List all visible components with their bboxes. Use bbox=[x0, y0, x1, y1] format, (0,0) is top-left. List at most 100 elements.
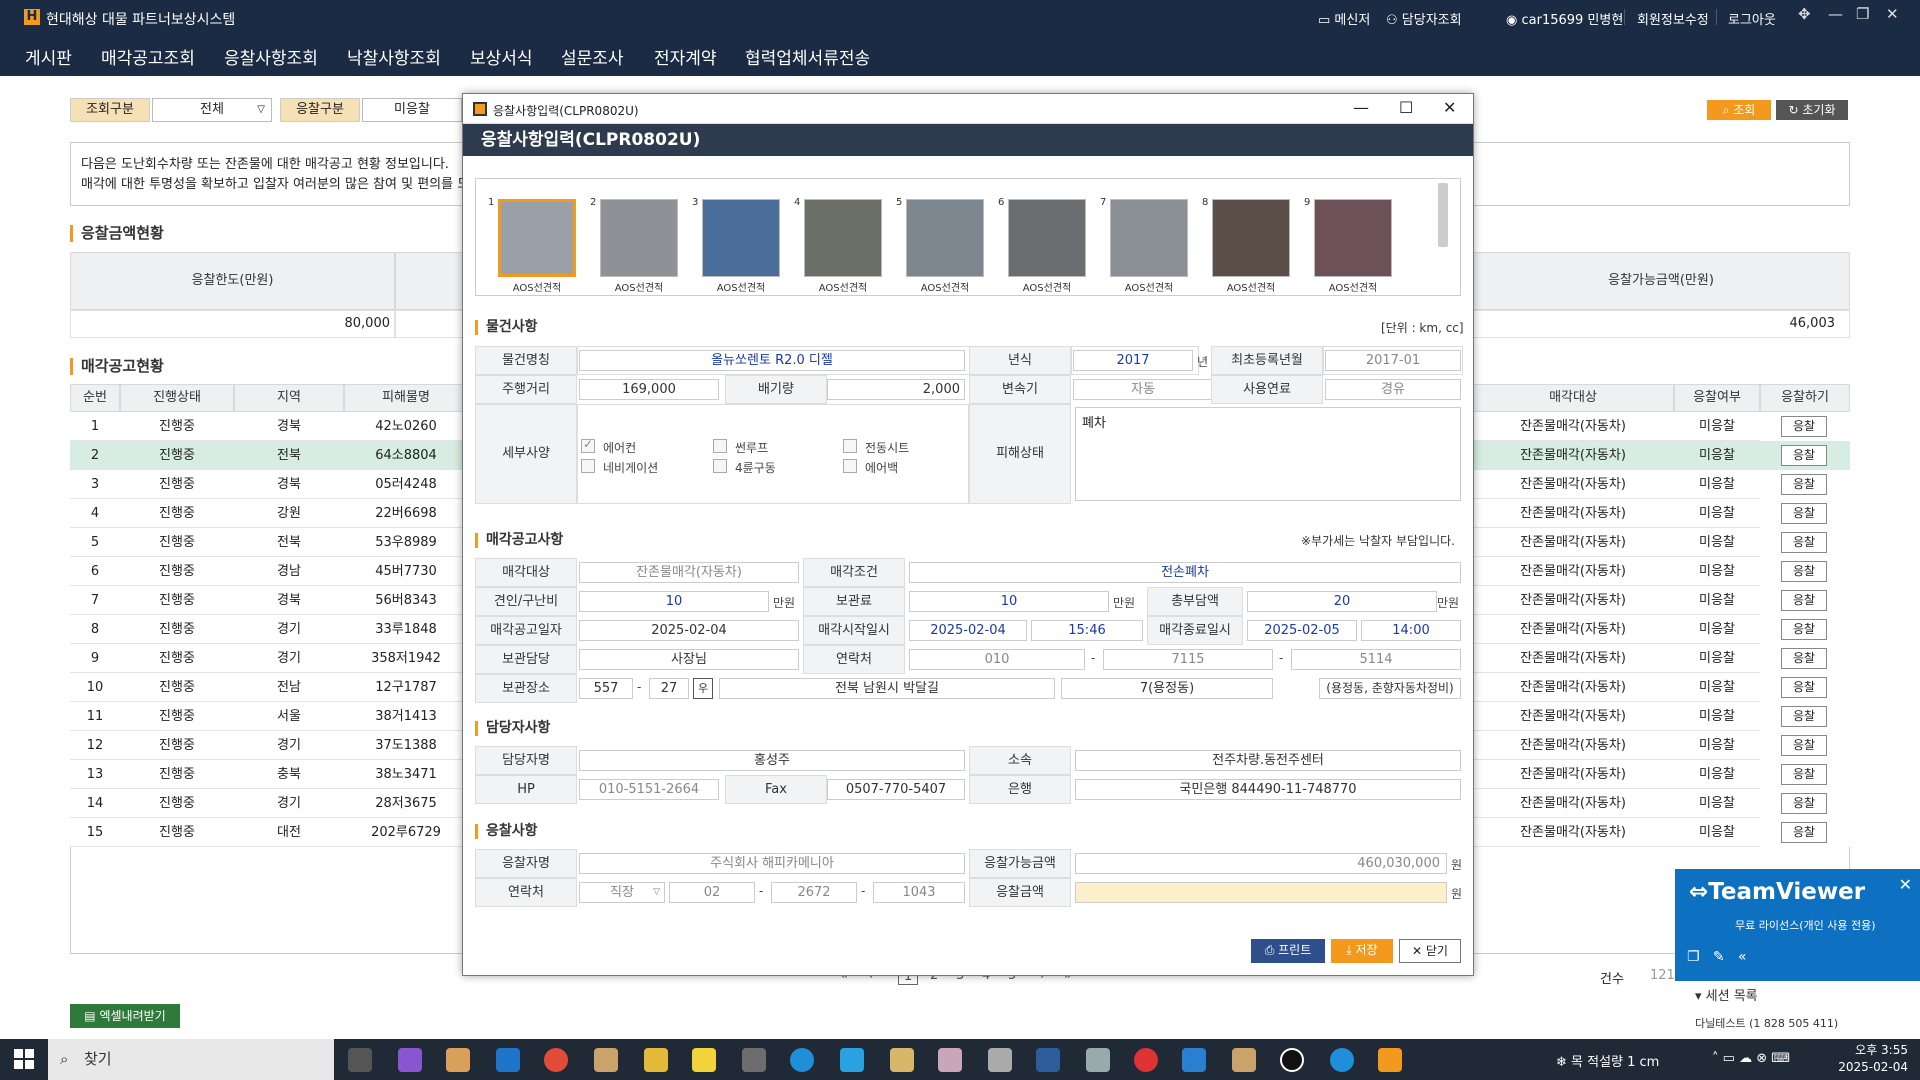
bidder-field[interactable]: 주식회사 해피카메니아 bbox=[579, 853, 965, 874]
damage-photo-thumbnail[interactable] bbox=[1212, 199, 1290, 277]
session-item[interactable]: 다닐테스트 (1 828 505 411) bbox=[1695, 1015, 1838, 1031]
scrollbar[interactable] bbox=[1438, 183, 1448, 247]
menu-survey[interactable]: 설문조사 bbox=[561, 44, 624, 69]
item-name-field[interactable]: 올뉴쏘렌토 R2.0 디젤 bbox=[579, 350, 965, 371]
edit-profile-link[interactable]: 회원정보수정 bbox=[1637, 9, 1709, 28]
edge-icon[interactable] bbox=[790, 1048, 814, 1072]
search-button[interactable]: ⌕ 조회 bbox=[1707, 100, 1771, 120]
bid-button[interactable]: 응찰 bbox=[1781, 532, 1827, 553]
damage-photo-thumbnail[interactable] bbox=[1008, 199, 1086, 277]
app-icon[interactable] bbox=[1232, 1048, 1256, 1072]
fuel-field[interactable]: 경유 bbox=[1325, 379, 1461, 400]
damage-photo-thumbnail[interactable] bbox=[1314, 199, 1392, 277]
damage-photo-thumbnail[interactable] bbox=[804, 199, 882, 277]
close-icon[interactable]: ✕ bbox=[1443, 98, 1456, 117]
logout-link[interactable]: 로그아웃 bbox=[1728, 9, 1776, 28]
sale-condition-field[interactable]: 전손폐차 bbox=[909, 562, 1461, 583]
sale-start-date-field[interactable]: 2025-02-04 bbox=[909, 620, 1027, 641]
bid-button[interactable]: 응찰 bbox=[1781, 793, 1827, 814]
first-reg-field[interactable]: 2017-01 bbox=[1325, 350, 1461, 371]
app-icon[interactable] bbox=[1378, 1048, 1402, 1072]
bank-field[interactable]: 국민은행 844490-11-748770 bbox=[1075, 779, 1461, 800]
dept-field[interactable]: 전주차량.동전주센터 bbox=[1075, 750, 1461, 771]
app-icon[interactable] bbox=[988, 1048, 1012, 1072]
damage-photo-thumbnail[interactable] bbox=[600, 199, 678, 277]
tow-fee-field[interactable]: 10 bbox=[579, 591, 769, 612]
menu-board[interactable]: 게시판 bbox=[25, 44, 72, 69]
manager-search-button[interactable]: ⚇ 담당자조회 bbox=[1386, 9, 1462, 28]
bid-button[interactable]: 응찰 bbox=[1781, 590, 1827, 611]
mileage-field[interactable]: 169,000 bbox=[579, 379, 719, 400]
4wd-checkbox[interactable] bbox=[713, 459, 727, 473]
bid-button[interactable]: 응찰 bbox=[1781, 706, 1827, 727]
save-button[interactable]: ⤓ 저장 bbox=[1331, 939, 1393, 963]
messenger-button[interactable]: ▭ 메신저 bbox=[1318, 9, 1370, 28]
print-button[interactable]: ⎙ 프린트 bbox=[1251, 939, 1325, 963]
maximize-icon[interactable]: ☐ bbox=[1399, 98, 1413, 117]
app-icon[interactable] bbox=[446, 1048, 470, 1072]
menu-award-inquiry[interactable]: 낙찰사항조회 bbox=[347, 44, 441, 69]
storage-fee-field[interactable]: 10 bbox=[909, 591, 1109, 612]
chrome-icon[interactable] bbox=[544, 1048, 568, 1072]
ie-icon[interactable] bbox=[496, 1048, 520, 1072]
menu-bid-inquiry[interactable]: 응찰사항조회 bbox=[224, 44, 318, 69]
app-icon[interactable] bbox=[1280, 1048, 1304, 1072]
taskbar-search[interactable]: ⌕ 찾기 bbox=[48, 1039, 334, 1080]
tools-icon[interactable]: ✎ bbox=[1713, 949, 1725, 965]
navigation-checkbox[interactable] bbox=[581, 459, 595, 473]
power-seat-checkbox[interactable] bbox=[843, 439, 857, 453]
weather-widget[interactable]: ❄ 목 적설량 1 cm bbox=[1556, 1051, 1659, 1070]
displacement-field[interactable]: 2,000 bbox=[827, 379, 965, 400]
zip-1-field[interactable]: 557 bbox=[579, 678, 633, 699]
bid-available-field[interactable]: 460,030,000 bbox=[1075, 853, 1447, 874]
search-type-select[interactable]: 전체 ▽ bbox=[152, 98, 272, 122]
bid-button[interactable]: 응찰 bbox=[1781, 474, 1827, 495]
sale-end-date-field[interactable]: 2025-02-05 bbox=[1247, 620, 1357, 641]
bid-button[interactable]: 응찰 bbox=[1781, 764, 1827, 785]
sale-end-time-field[interactable]: 14:00 bbox=[1361, 620, 1461, 641]
bid-button[interactable]: 응찰 bbox=[1781, 416, 1827, 437]
windows-start-icon[interactable] bbox=[14, 1049, 34, 1069]
phone-type-select[interactable]: 직장 ▽ bbox=[579, 882, 665, 903]
calculator-icon[interactable] bbox=[742, 1048, 766, 1072]
app-icon[interactable] bbox=[840, 1048, 864, 1072]
sticky-notes-icon[interactable] bbox=[692, 1048, 716, 1072]
restore-icon[interactable]: ❐ bbox=[1856, 5, 1869, 23]
reset-button[interactable]: ↻ 초기화 bbox=[1776, 100, 1848, 120]
keeper-phone-3[interactable]: 5114 bbox=[1291, 649, 1461, 670]
close-icon[interactable]: ✕ bbox=[1886, 5, 1899, 23]
chrome-icon[interactable] bbox=[1134, 1048, 1158, 1072]
keeper-phone-2[interactable]: 7115 bbox=[1103, 649, 1273, 670]
sale-target-field[interactable]: 잔존물매각(자동차) bbox=[579, 562, 799, 583]
minimize-icon[interactable]: — bbox=[1353, 98, 1369, 117]
collapse-icon[interactable]: « bbox=[1738, 949, 1747, 965]
bid-type-select[interactable]: 미응찰 bbox=[362, 98, 462, 122]
bid-button[interactable]: 응찰 bbox=[1781, 503, 1827, 524]
bid-amount-input[interactable] bbox=[1075, 882, 1447, 903]
bid-button[interactable]: 응찰 bbox=[1781, 445, 1827, 466]
bid-button[interactable]: 응찰 bbox=[1781, 822, 1827, 843]
notice-date-field[interactable]: 2025-02-04 bbox=[579, 620, 799, 641]
bid-button[interactable]: 응찰 bbox=[1781, 648, 1827, 669]
damage-textarea[interactable]: 폐차 bbox=[1075, 407, 1461, 501]
sale-start-time-field[interactable]: 15:46 bbox=[1031, 620, 1143, 641]
app-icon[interactable] bbox=[594, 1048, 618, 1072]
damage-photo-thumbnail[interactable] bbox=[1110, 199, 1188, 277]
hp-field[interactable]: 010-5151-2664 bbox=[579, 779, 719, 800]
manager-name-field[interactable]: 홍성주 bbox=[579, 750, 965, 771]
fax-field[interactable]: 0507-770-5407 bbox=[827, 779, 965, 800]
close-icon[interactable]: ✕ bbox=[1899, 875, 1912, 894]
move-icon[interactable]: ✥ bbox=[1798, 5, 1811, 23]
app-icon[interactable] bbox=[938, 1048, 962, 1072]
damage-photo-thumbnail[interactable] bbox=[498, 199, 576, 277]
year-field[interactable]: 2017 bbox=[1073, 350, 1193, 371]
menu-sale-notice[interactable]: 매각공고조회 bbox=[101, 44, 195, 69]
file-explorer-icon[interactable] bbox=[644, 1048, 668, 1072]
minimize-icon[interactable]: — bbox=[1828, 5, 1843, 23]
keeper-field[interactable]: 사장님 bbox=[579, 649, 799, 670]
close-button[interactable]: ✕ 닫기 bbox=[1399, 939, 1461, 963]
address-1-field[interactable]: 전북 남원시 박달길 bbox=[719, 678, 1055, 699]
address-2-field[interactable]: 7(용정동) bbox=[1061, 678, 1273, 699]
zip-search-button[interactable]: 우 bbox=[693, 678, 713, 699]
excel-download-button[interactable]: ▤ 엑셀내려받기 bbox=[70, 1004, 180, 1028]
